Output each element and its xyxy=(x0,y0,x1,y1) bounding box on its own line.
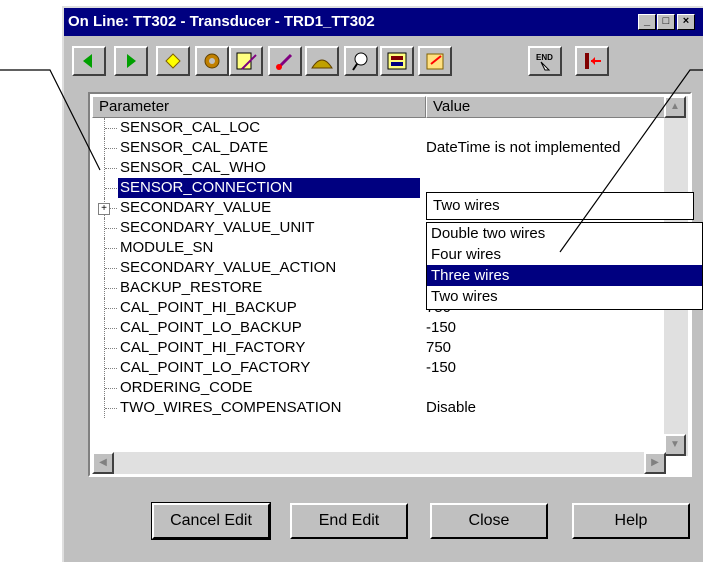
tree-connector xyxy=(104,298,119,318)
parameter-name: SENSOR_CAL_WHO xyxy=(120,159,266,176)
window-title: On Line: TT302 - Transducer - TRD1_TT302 xyxy=(68,13,375,30)
brush-button[interactable] xyxy=(268,46,302,76)
table-row[interactable]: CAL_POINT_LO_FACTORY -150 xyxy=(90,358,660,378)
close-window-button[interactable]: × xyxy=(677,14,695,30)
parameter-value: 750 xyxy=(426,339,452,356)
tree-connector xyxy=(104,278,119,298)
scroll-right-button[interactable]: ▶ xyxy=(644,452,666,474)
exit-button[interactable] xyxy=(575,46,609,76)
parameter-name: SECONDARY_VALUE xyxy=(120,199,272,216)
tree-connector xyxy=(104,138,119,158)
diamond-icon xyxy=(165,53,181,69)
tree-connector xyxy=(104,378,119,398)
tree-connector xyxy=(104,318,119,338)
tree-connector xyxy=(104,238,119,258)
hill-button[interactable] xyxy=(305,46,339,76)
option-double-two-wires[interactable]: Double two wires xyxy=(427,223,702,244)
tree-connector xyxy=(104,218,119,238)
tree-connector xyxy=(104,398,119,418)
tree-connector xyxy=(104,338,119,358)
header-parameter[interactable]: Parameter xyxy=(92,96,426,118)
brush-icon xyxy=(276,53,293,70)
tree-connector xyxy=(104,158,119,178)
forward-icon xyxy=(127,54,136,68)
parameter-value: DateTime is not implemented xyxy=(426,139,621,156)
end-icon: END xyxy=(536,53,553,71)
tree-connector xyxy=(104,358,119,378)
help-button[interactable]: Help xyxy=(572,503,690,539)
table-row[interactable]: ORDERING_CODE xyxy=(90,378,660,398)
table-row[interactable]: TWO_WIRES_COMPENSATION Disable xyxy=(90,398,660,418)
close-button[interactable]: Close xyxy=(430,503,548,539)
scroll-icon xyxy=(426,53,444,70)
parameter-name: CAL_POINT_HI_FACTORY xyxy=(120,339,306,356)
back-button[interactable] xyxy=(72,46,106,76)
tree-connector xyxy=(104,178,119,198)
minimize-button[interactable]: _ xyxy=(638,14,656,30)
scroll-down-button[interactable]: ▼ xyxy=(664,434,686,456)
scroll-up-button[interactable]: ▲ xyxy=(664,96,686,118)
parameter-name: ORDERING_CODE xyxy=(120,379,253,396)
parameter-value: -150 xyxy=(426,359,457,376)
horizontal-scrollbar[interactable]: ◀ ▶ xyxy=(92,452,666,474)
end-edit-button[interactable]: End Edit xyxy=(290,503,408,539)
table-row[interactable]: CAL_POINT_LO_BACKUP -150 xyxy=(90,318,660,338)
panel-icon xyxy=(387,52,407,70)
table-row[interactable]: SENSOR_CAL_DATE DateTime is not implement… xyxy=(90,138,660,158)
parameter-name: CAL_POINT_HI_BACKUP xyxy=(120,299,297,316)
parameter-name: SECONDARY_VALUE_ACTION xyxy=(120,259,337,276)
wrench-icon xyxy=(352,52,368,71)
table-row[interactable]: SENSOR_CAL_WHO xyxy=(90,158,660,178)
svg-text:END: END xyxy=(536,53,553,62)
parameter-name: SECONDARY_VALUE_UNIT xyxy=(120,219,315,236)
sensor-connection-dropdown[interactable]: Double two wires Four wires Three wires … xyxy=(426,222,703,310)
option-two-wires[interactable]: Two wires xyxy=(427,286,702,307)
maximize-button[interactable]: □ xyxy=(657,14,675,30)
parameter-name: CAL_POINT_LO_BACKUP xyxy=(120,319,302,336)
cancel-edit-button[interactable]: Cancel Edit xyxy=(151,502,271,540)
gear-button[interactable] xyxy=(195,46,229,76)
expand-icon[interactable]: + xyxy=(98,203,110,215)
parameter-value: Disable xyxy=(426,399,477,416)
parameter-name: SENSOR_CAL_LOC xyxy=(120,119,261,136)
end-button[interactable]: END xyxy=(528,46,562,76)
header-value[interactable]: Value xyxy=(426,96,666,118)
wrench-button[interactable] xyxy=(344,46,378,76)
title-bar: On Line: TT302 - Transducer - TRD1_TT302… xyxy=(64,8,703,36)
scroll-button[interactable] xyxy=(418,46,452,76)
forward-button[interactable] xyxy=(114,46,148,76)
calibrate-icon xyxy=(236,52,257,70)
exit-icon xyxy=(585,53,601,69)
parameter-name: SENSOR_CAL_DATE xyxy=(120,139,269,156)
parameter-name: MODULE_SN xyxy=(120,239,214,256)
parameter-name: TWO_WIRES_COMPENSATION xyxy=(120,399,342,416)
parameter-value: -150 xyxy=(426,319,457,336)
panel-button[interactable] xyxy=(380,46,414,76)
option-three-wires[interactable]: Three wires xyxy=(427,265,702,286)
scroll-left-button[interactable]: ◀ xyxy=(92,452,114,474)
calibrate-button[interactable] xyxy=(229,46,263,76)
hill-icon xyxy=(311,59,333,69)
parameter-name: SENSOR_CONNECTION xyxy=(120,179,293,196)
tree-connector xyxy=(104,118,119,138)
option-four-wires[interactable]: Four wires xyxy=(427,244,702,265)
parameter-name: CAL_POINT_LO_FACTORY xyxy=(120,359,311,376)
gear-icon xyxy=(204,53,220,69)
sensor-connection-combo[interactable]: Two wires xyxy=(426,192,694,220)
table-row[interactable]: CAL_POINT_HI_FACTORY 750 xyxy=(90,338,660,358)
diamond-button[interactable] xyxy=(156,46,190,76)
back-icon xyxy=(83,54,92,68)
parameter-name: BACKUP_RESTORE xyxy=(120,279,263,296)
tree-connector xyxy=(104,258,119,278)
table-row[interactable]: SENSOR_CAL_LOC xyxy=(90,118,660,138)
